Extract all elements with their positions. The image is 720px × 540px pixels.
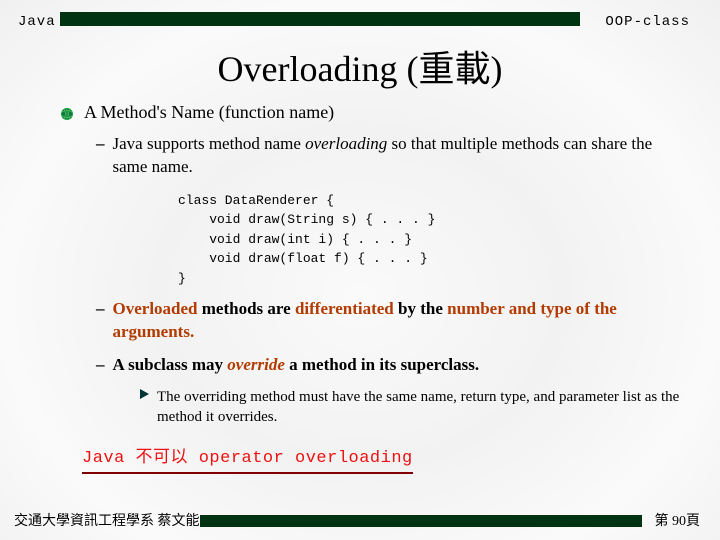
dash-icon: – — [96, 298, 105, 344]
header-right: OOP-class — [605, 14, 690, 30]
footer-left: 交通大學資訊工程學系 蔡文能 — [14, 510, 200, 530]
slide-header: Java OOP-class — [0, 0, 720, 38]
triangle-icon — [140, 389, 149, 399]
dash-icon: – — [96, 354, 105, 377]
bullet-3a-text: The overriding method must have the same… — [157, 387, 680, 428]
footer-right: 第 90頁 — [655, 510, 701, 530]
footer-bar — [200, 515, 642, 527]
bullet-2b: – Overloaded methods are differentiated … — [96, 298, 680, 344]
slide-content: A Method's Name (function name) – Java s… — [0, 92, 720, 474]
bullet-2c-text: A subclass may override a method in its … — [113, 354, 480, 377]
header-left: Java — [18, 14, 56, 30]
bullet-1: A Method's Name (function name) — [60, 102, 680, 123]
callout: Java 不可以 operator overloading — [82, 440, 413, 474]
globe-icon — [60, 107, 74, 121]
bullet-2c: – A subclass may override a method in it… — [96, 354, 680, 377]
bullet-1-text: A Method's Name (function name) — [84, 102, 334, 123]
slide-footer: 交通大學資訊工程學系 蔡文能 第 90頁 — [0, 506, 720, 530]
header-bar — [60, 12, 580, 26]
bullet-2a-text: Java supports method name overloading so… — [113, 133, 681, 179]
bullet-2a: – Java supports method name overloading … — [96, 133, 680, 179]
bullet-3a: The overriding method must have the same… — [140, 387, 680, 428]
code-block: class DataRenderer { void draw(String s)… — [178, 191, 680, 289]
bullet-2b-text: Overloaded methods are differentiated by… — [113, 298, 681, 344]
dash-icon: – — [96, 133, 105, 179]
slide-title: Overloading (重載) — [0, 40, 720, 92]
